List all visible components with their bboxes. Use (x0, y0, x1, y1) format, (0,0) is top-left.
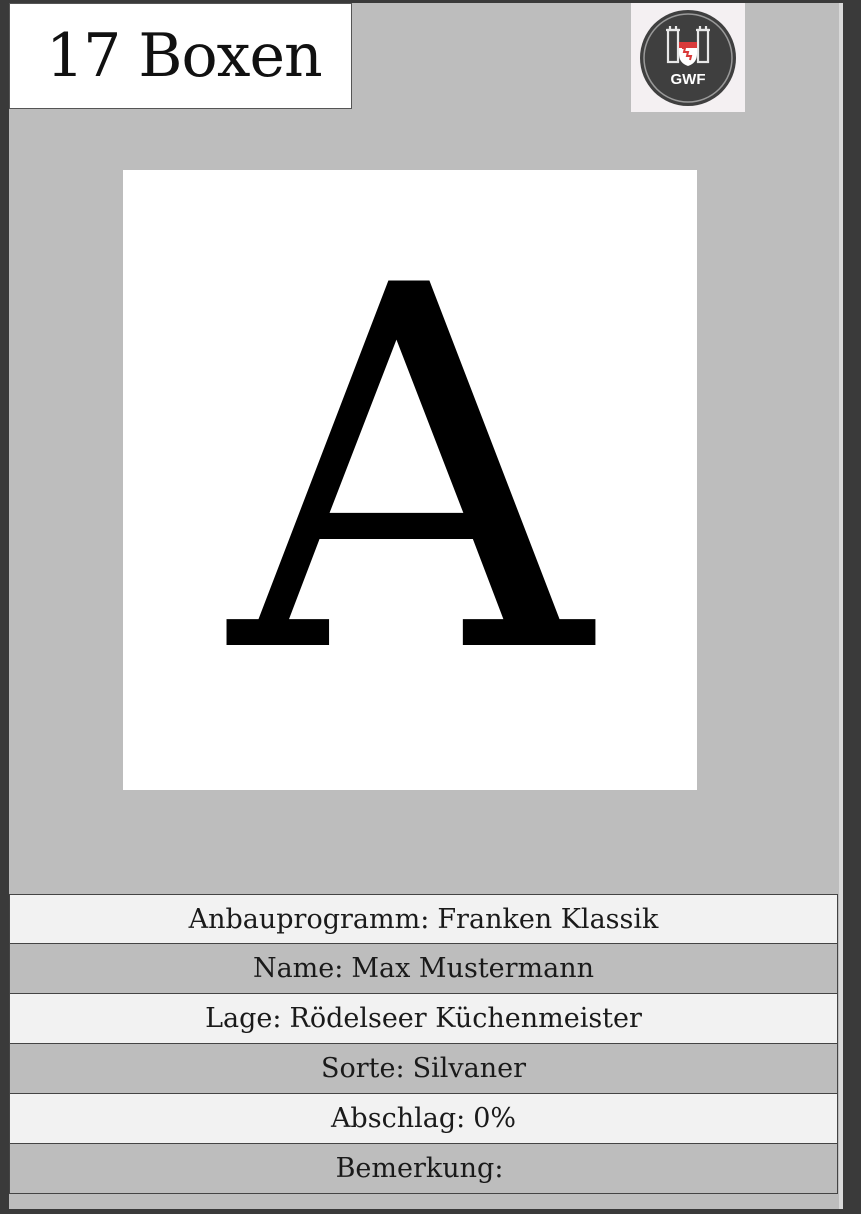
sort-letter-panel: A (123, 170, 697, 790)
info-table: Anbauprogramm Franken Klassik Name Max M… (9, 894, 838, 1194)
info-label: Abschlag (331, 1103, 465, 1134)
info-value: Silvaner (412, 1053, 526, 1084)
box-count-label: 17 Boxen (9, 3, 352, 109)
gwf-logo-text: GWF (671, 71, 706, 88)
sort-letter: A (229, 181, 591, 763)
info-row-anbauprogramm: Anbauprogramm Franken Klassik (9, 894, 838, 944)
box-count-text: 17 Boxen (46, 21, 323, 91)
info-row-lage: Lage Rödelseer Küchenmeister (9, 994, 838, 1044)
info-label: Lage (205, 1003, 281, 1034)
gwf-coat-of-arms-icon: GWF (640, 9, 736, 106)
info-value: 0% (473, 1103, 517, 1134)
box-label-card: 17 Boxen GWF A Anbauprogramm Franken Kla… (9, 3, 839, 1209)
info-value: Rödelseer Küchenmeister (289, 1003, 642, 1034)
info-value: Franken Klassik (437, 903, 659, 935)
info-label: Anbauprogramm (189, 904, 430, 935)
info-label: Bemerkung (336, 1153, 504, 1184)
page-edge (839, 3, 843, 1209)
info-row-abschlag: Abschlag 0% (9, 1094, 838, 1144)
info-row-name: Name Max Mustermann (9, 944, 838, 994)
gwf-logo: GWF (631, 3, 745, 112)
info-row-bemerkung: Bemerkung (9, 1144, 838, 1194)
info-label: Sorte (321, 1053, 405, 1084)
info-label: Name (253, 953, 343, 984)
info-value: Max Mustermann (351, 953, 595, 984)
info-row-sorte: Sorte Silvaner (9, 1044, 838, 1094)
